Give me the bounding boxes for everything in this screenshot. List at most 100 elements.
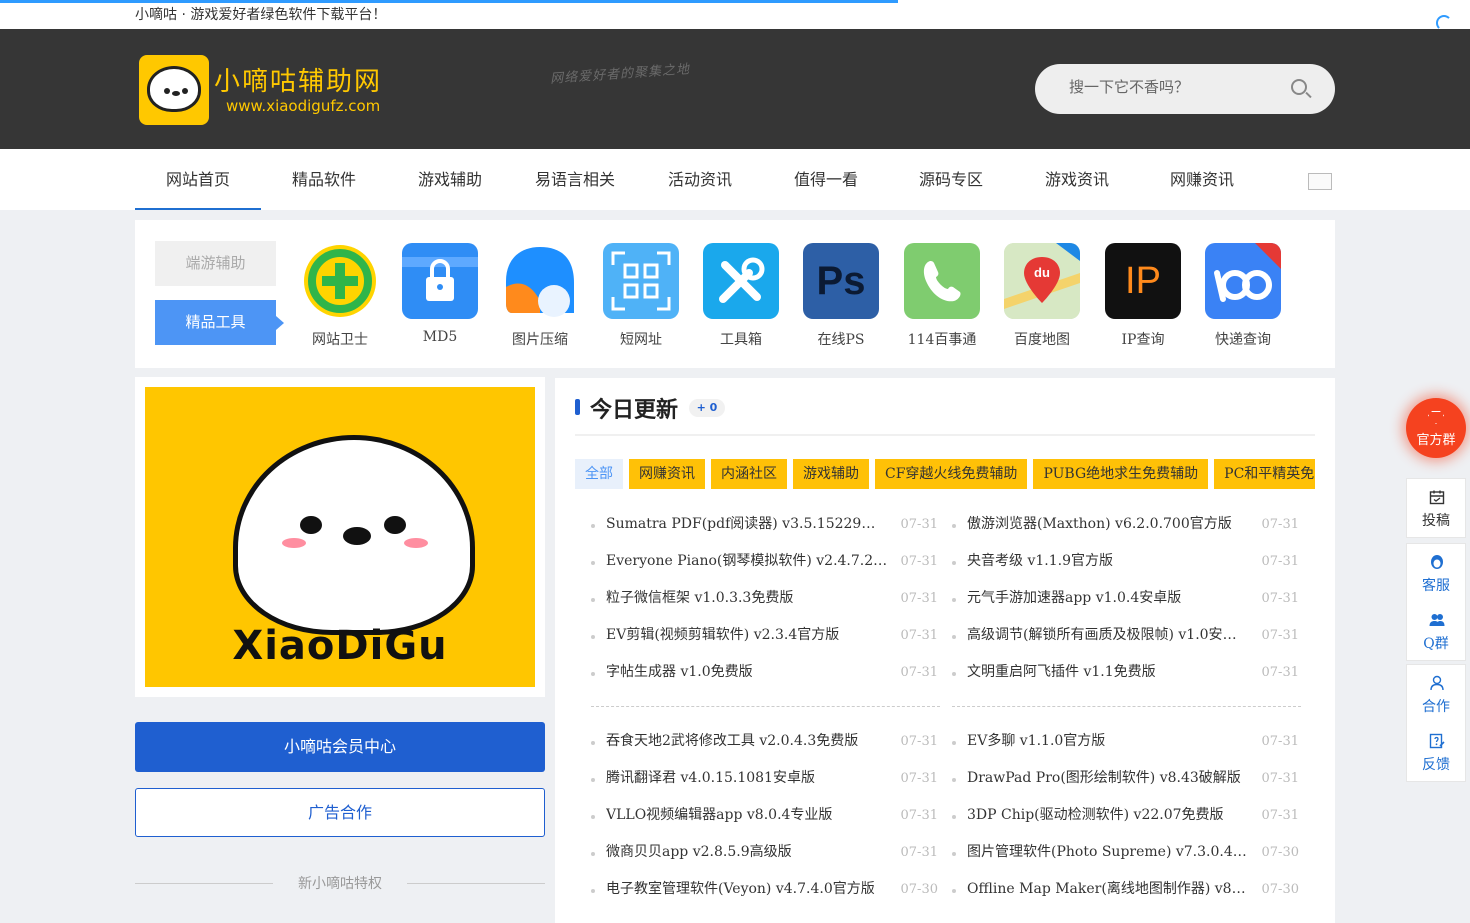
list-item[interactable]: 腾讯翻译君 v4.0.15.1081安卓版 07-31 bbox=[591, 760, 940, 797]
category-tab[interactable]: PC和平精英免费辅助 bbox=[1214, 459, 1315, 489]
calendar-icon bbox=[1429, 490, 1445, 505]
item-date: 07-31 bbox=[900, 734, 938, 749]
qq-penguin-icon bbox=[1431, 555, 1443, 569]
updates-title: 今日更新 bbox=[590, 397, 679, 423]
official-group-button[interactable]: 官方群 bbox=[1406, 398, 1466, 458]
float-cooperate-button[interactable]: 合作 bbox=[1407, 665, 1465, 723]
item-date: 07-31 bbox=[1261, 554, 1299, 569]
item-title[interactable]: 粒子微信框架 v1.0.3.3免费版 bbox=[606, 580, 889, 617]
nav-item-source-code[interactable]: 源码专区 bbox=[888, 149, 1014, 210]
category-tab-all[interactable]: 全部 bbox=[575, 459, 623, 489]
list-item[interactable]: 字帖生成器 v1.0免费版 07-31 bbox=[591, 654, 940, 691]
logo-icon[interactable] bbox=[139, 55, 209, 125]
float-service-button[interactable]: 客服 bbox=[1407, 544, 1465, 602]
list-item[interactable]: 吞食天地2武将修改工具 v2.0.4.3免费版 07-31 bbox=[591, 723, 940, 760]
banner-image[interactable]: XiaoDiGu bbox=[145, 387, 535, 687]
category-tab[interactable]: 内涵社区 bbox=[711, 459, 787, 489]
list-item[interactable]: 央音考级 v1.1.9官方版 07-31 bbox=[952, 543, 1301, 580]
list-item[interactable]: VLLO视频编辑器app v8.0.4专业版 07-31 bbox=[591, 797, 940, 834]
tool-baidu-map[interactable]: du 百度地图 bbox=[992, 243, 1092, 349]
tool-site-guard[interactable]: 网站卫士 bbox=[290, 243, 390, 349]
lock-icon bbox=[402, 243, 478, 319]
item-title[interactable]: 吞食天地2武将修改工具 v2.0.4.3免费版 bbox=[606, 723, 889, 760]
category-tab[interactable]: 网赚资讯 bbox=[629, 459, 705, 489]
diamond-icon bbox=[1428, 411, 1444, 424]
item-title[interactable]: EV剪辑(视频剪辑软件) v2.3.4官方版 bbox=[606, 617, 889, 654]
tool-online-ps[interactable]: Ps 在线PS bbox=[791, 243, 891, 349]
category-tab[interactable]: 游戏辅助 bbox=[793, 459, 869, 489]
tool-image-compress[interactable]: 图片压缩 bbox=[490, 243, 590, 349]
item-title[interactable]: 微商贝贝app v2.8.5.9高级版 bbox=[606, 834, 889, 871]
search-icon[interactable] bbox=[1291, 79, 1307, 95]
nav-item-easy-language[interactable]: 易语言相关 bbox=[512, 149, 638, 210]
tool-label: 图片压缩 bbox=[512, 332, 568, 348]
nav-item-activities[interactable]: 活动资讯 bbox=[637, 149, 763, 210]
item-title[interactable]: Everyone Piano(钢琴模拟软件) v2.4.7.26官方版 bbox=[606, 543, 889, 580]
list-item[interactable]: 粒子微信框架 v1.0.3.3免费版 07-31 bbox=[591, 580, 940, 617]
item-title[interactable]: 电子教室管理软件(Veyon) v4.7.4.0官方版 bbox=[606, 871, 889, 908]
item-date: 07-31 bbox=[900, 517, 938, 532]
nav-item-game-news[interactable]: 游戏资讯 bbox=[1014, 149, 1140, 210]
tool-ip-lookup[interactable]: IP IP查询 bbox=[1093, 243, 1193, 349]
search-input[interactable] bbox=[1069, 78, 1289, 96]
search-box bbox=[1035, 64, 1335, 114]
nav-item-earning-news[interactable]: 网赚资讯 bbox=[1139, 149, 1265, 210]
item-title[interactable]: 腾讯翻译君 v4.0.15.1081安卓版 bbox=[606, 760, 889, 797]
category-tab[interactable]: CF穿越火线免费辅助 bbox=[875, 459, 1028, 489]
item-title[interactable]: 央音考级 v1.1.9官方版 bbox=[967, 543, 1250, 580]
nav-item-software[interactable]: 精品软件 bbox=[261, 149, 387, 210]
float-qgroup-button[interactable]: Q群 bbox=[1407, 602, 1465, 660]
list-item[interactable]: EV多聊 v1.1.0官方版 07-31 bbox=[952, 723, 1301, 760]
list-item[interactable]: 文明重启阿飞插件 v1.1免费版 07-31 bbox=[952, 654, 1301, 691]
list-item[interactable]: 傲游浏览器(Maxthon) v6.2.0.700官方版 07-31 bbox=[952, 506, 1301, 543]
tool-toolbox[interactable]: 工具箱 bbox=[691, 243, 791, 349]
list-item[interactable]: 图片管理软件(Photo Supreme) v7.3.0.4453免费版 07-3… bbox=[952, 834, 1301, 871]
item-title[interactable]: 高级调节(解锁所有画质及极限帧) v1.0安卓版 bbox=[967, 617, 1250, 654]
category-tab[interactable]: PUBG绝地求生免费辅助 bbox=[1033, 459, 1209, 489]
title-accent-bar bbox=[575, 399, 580, 415]
item-title[interactable]: 图片管理软件(Photo Supreme) v7.3.0.4453免费版 bbox=[967, 834, 1250, 871]
qr-code-icon bbox=[603, 243, 679, 319]
item-date: 07-31 bbox=[1261, 665, 1299, 680]
tab-premium-tools[interactable]: 精品工具 bbox=[155, 300, 284, 345]
nav-item-worth-reading[interactable]: 值得一看 bbox=[763, 149, 889, 210]
list-item[interactable]: Offline Map Maker(离线地图制作器) v8.216绿色版 07-3… bbox=[952, 871, 1301, 908]
site-slogan: 小嘀咕 · 游戏爱好者绿色软件下载平台！ bbox=[135, 7, 387, 23]
list-item[interactable]: Sumatra PDF(pdf阅读器) v3.5.15229中文版 07-31 bbox=[591, 506, 940, 543]
item-title[interactable]: EV多聊 v1.1.0官方版 bbox=[967, 723, 1250, 760]
float-feedback-button[interactable]: 反馈 bbox=[1407, 723, 1465, 781]
item-date: 07-31 bbox=[1261, 771, 1299, 786]
item-title[interactable]: DrawPad Pro(图形绘制软件) v8.43破解版 bbox=[967, 760, 1250, 797]
list-item[interactable]: 3DP Chip(驱动检测软件) v22.07免费版 07-31 bbox=[952, 797, 1301, 834]
logo-title[interactable]: 小嘀咕辅助网 bbox=[214, 61, 382, 98]
list-item[interactable]: 元气手游加速器app v1.0.4安卓版 07-31 bbox=[952, 580, 1301, 617]
list-item[interactable]: DrawPad Pro(图形绘制软件) v8.43破解版 07-31 bbox=[952, 760, 1301, 797]
float-submit-button[interactable]: 投稿 bbox=[1407, 479, 1465, 537]
item-title[interactable]: 3DP Chip(驱动检测软件) v22.07免费版 bbox=[967, 797, 1250, 834]
item-title[interactable]: Sumatra PDF(pdf阅读器) v3.5.15229中文版 bbox=[606, 506, 889, 543]
item-title[interactable]: 字帖生成器 v1.0免费版 bbox=[606, 654, 889, 691]
tool-express-lookup[interactable]: 快递查询 bbox=[1193, 243, 1293, 349]
list-item[interactable]: Everyone Piano(钢琴模拟软件) v2.4.7.26官方版 07-31 bbox=[591, 543, 940, 580]
tab-pc-game-assist[interactable]: 端游辅助 bbox=[155, 241, 276, 286]
item-title[interactable]: 元气手游加速器app v1.0.4安卓版 bbox=[967, 580, 1250, 617]
ad-cooperation-button[interactable]: 广告合作 bbox=[135, 788, 545, 837]
tool-short-url[interactable]: 短网址 bbox=[591, 243, 691, 349]
item-date: 07-30 bbox=[900, 882, 938, 897]
member-center-button[interactable]: 小嘀咕会员中心 bbox=[135, 722, 545, 772]
list-item[interactable]: 微商贝贝app v2.8.5.9高级版 07-31 bbox=[591, 834, 940, 871]
item-title[interactable]: VLLO视频编辑器app v8.0.4专业版 bbox=[606, 797, 889, 834]
item-title[interactable]: Offline Map Maker(离线地图制作器) v8.216绿色版 bbox=[967, 871, 1250, 908]
item-title[interactable]: 傲游浏览器(Maxthon) v6.2.0.700官方版 bbox=[967, 506, 1250, 543]
item-title[interactable]: 文明重启阿飞插件 v1.1免费版 bbox=[967, 654, 1250, 691]
nav-item-home[interactable]: 网站首页 bbox=[135, 149, 261, 210]
list-item[interactable]: EV剪辑(视频剪辑软件) v2.3.4官方版 07-31 bbox=[591, 617, 940, 654]
updates-column-left: Sumatra PDF(pdf阅读器) v3.5.15229中文版 07-31 E… bbox=[591, 506, 940, 908]
tool-md5[interactable]: MD5 bbox=[390, 243, 490, 345]
list-item[interactable]: 电子教室管理软件(Veyon) v4.7.4.0官方版 07-30 bbox=[591, 871, 940, 908]
list-item[interactable]: 高级调节(解锁所有画质及极限帧) v1.0安卓版 07-31 bbox=[952, 617, 1301, 654]
tool-114[interactable]: 114百事通 bbox=[892, 243, 992, 349]
nav-item-game-assist[interactable]: 游戏辅助 bbox=[387, 149, 513, 210]
broken-image-icon[interactable] bbox=[1308, 173, 1332, 190]
banner-card: XiaoDiGu bbox=[135, 377, 545, 697]
